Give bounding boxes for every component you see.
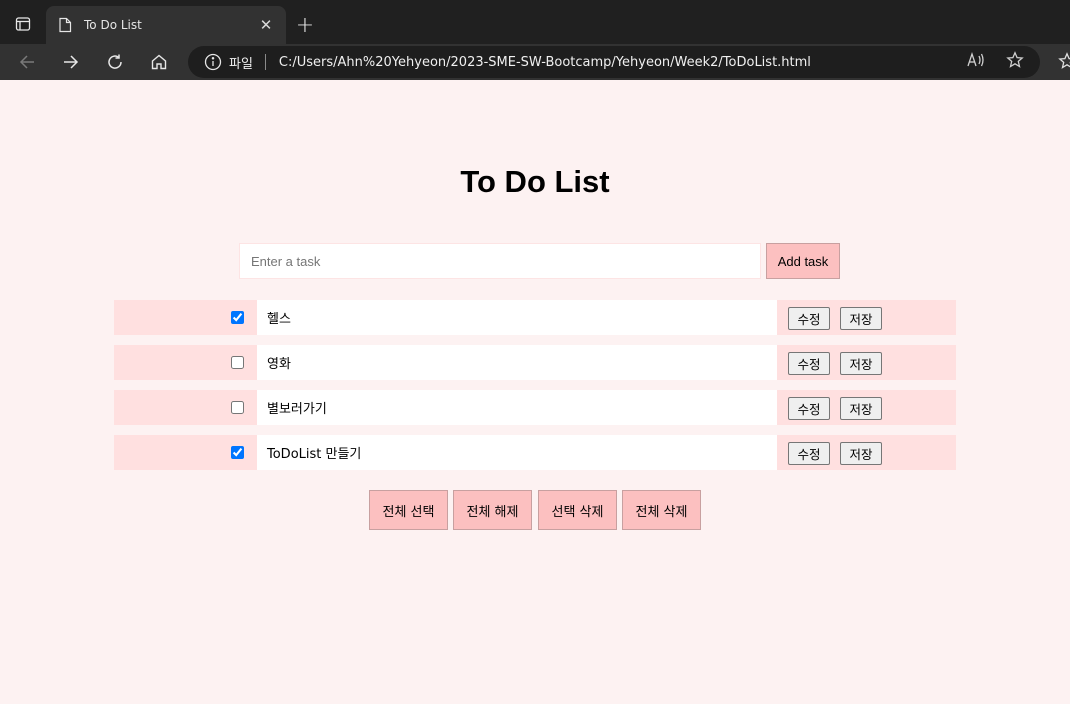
favorite-star-icon[interactable] — [1006, 51, 1024, 69]
edit-button[interactable]: 수정 — [788, 307, 830, 330]
tab-actions-icon[interactable] — [8, 10, 38, 38]
read-aloud-icon[interactable] — [966, 51, 986, 69]
todo-checkbox[interactable] — [231, 401, 244, 414]
browser-titlebar: To Do List ✕ + — [0, 0, 1070, 44]
tab-title: To Do List — [84, 18, 142, 32]
protocol-label: 파일 — [229, 56, 253, 72]
delete-selected-button[interactable]: 선택 삭제 — [538, 490, 617, 530]
todo-checkbox[interactable] — [231, 446, 244, 459]
close-tab-icon[interactable]: ✕ — [256, 15, 276, 35]
info-icon[interactable] — [204, 53, 222, 71]
todo-checkbox[interactable] — [231, 356, 244, 369]
page-title: To Do List — [460, 164, 610, 199]
todo-text: ToDoList 만들기 — [257, 435, 777, 470]
refresh-icon[interactable] — [100, 47, 130, 77]
delete-all-button[interactable]: 전체 삭제 — [622, 490, 701, 530]
todo-item: 별보러가기 수정 저장 — [114, 390, 956, 425]
edit-button[interactable]: 수정 — [788, 397, 830, 420]
forward-icon[interactable] — [56, 47, 86, 77]
home-icon[interactable] — [144, 47, 174, 77]
todo-item: 영화 수정 저장 — [114, 345, 956, 380]
save-button[interactable]: 저장 — [840, 352, 882, 375]
favorites-icon[interactable] — [1058, 52, 1070, 74]
address-divider — [264, 54, 266, 70]
edit-button[interactable]: 수정 — [788, 352, 830, 375]
task-input[interactable] — [239, 243, 761, 279]
url-text[interactable]: C:/Users/Ahn%20Yehyeon/2023-SME-SW-Bootc… — [279, 55, 811, 70]
todo-item: 헬스 수정 저장 — [114, 300, 956, 335]
save-button[interactable]: 저장 — [840, 307, 882, 330]
save-button[interactable]: 저장 — [840, 442, 882, 465]
browser-toolbar: 파일 C:/Users/Ahn%20Yehyeon/2023-SME-SW-Bo… — [0, 44, 1070, 80]
save-button[interactable]: 저장 — [840, 397, 882, 420]
add-task-button[interactable]: Add task — [766, 243, 840, 279]
todo-text: 헬스 — [257, 300, 777, 335]
todo-text: 영화 — [257, 345, 777, 380]
todo-item: ToDoList 만들기 수정 저장 — [114, 435, 956, 470]
deselect-all-button[interactable]: 전체 해제 — [453, 490, 532, 530]
back-icon[interactable] — [12, 47, 42, 77]
todo-checkbox[interactable] — [231, 311, 244, 324]
select-all-button[interactable]: 전체 선택 — [369, 490, 448, 530]
edit-button[interactable]: 수정 — [788, 442, 830, 465]
page-icon — [58, 17, 74, 33]
address-bar[interactable]: 파일 C:/Users/Ahn%20Yehyeon/2023-SME-SW-Bo… — [188, 46, 1040, 78]
browser-tab[interactable]: To Do List ✕ — [46, 6, 286, 44]
todo-text: 별보러가기 — [257, 390, 777, 425]
new-tab-button[interactable]: + — [292, 12, 318, 38]
